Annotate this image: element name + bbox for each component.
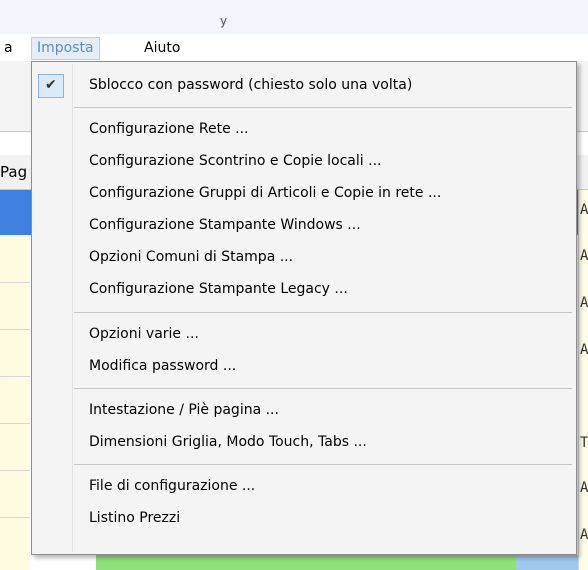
menu-separator bbox=[74, 107, 572, 108]
menu-item-configurazione-scontrino[interactable]: Configurazione Scontrino e Copie locali … bbox=[33, 148, 575, 176]
menu-item-stampante-legacy[interactable]: Configurazione Stampante Legacy ... bbox=[33, 276, 575, 304]
menu-separator bbox=[74, 388, 572, 389]
menu-item-sblocco-password[interactable]: ✔ Sblocco con password (chiesto solo una… bbox=[33, 72, 575, 100]
menu-imposta[interactable]: Imposta bbox=[31, 37, 100, 60]
menu-item-opzioni-varie[interactable]: Opzioni varie ... bbox=[33, 321, 575, 349]
menu-bar: a Imposta Aiuto bbox=[0, 34, 588, 62]
grid-cell: T bbox=[580, 435, 588, 451]
menu-separator bbox=[74, 312, 572, 313]
grid-cell: A bbox=[580, 480, 588, 496]
menu-item-label: Configurazione Scontrino e Copie locali … bbox=[89, 153, 382, 169]
grid-cell: A bbox=[580, 202, 588, 218]
menu-item-intestazione[interactable]: Intestazione / Piè pagina ... bbox=[33, 397, 575, 425]
menu-item-label: Configurazione Stampante Legacy ... bbox=[89, 281, 348, 297]
menu-item-label: File di configurazione ... bbox=[89, 478, 256, 494]
menu-item-file-configurazione[interactable]: File di configurazione ... bbox=[33, 473, 575, 501]
menu-item-label: Configurazione Rete ... bbox=[89, 121, 249, 137]
menu-item-stampante-windows[interactable]: Configurazione Stampante Windows ... bbox=[33, 212, 575, 240]
grid-column-header[interactable]: Pag bbox=[0, 163, 27, 181]
menu-item-opzioni-stampa[interactable]: Opzioni Comuni di Stampa ... bbox=[33, 244, 575, 272]
menu-item-label: Configurazione Stampante Windows ... bbox=[89, 217, 361, 233]
menu-item-dimensioni-griglia[interactable]: Dimensioni Griglia, Modo Touch, Tabs ... bbox=[33, 429, 575, 457]
status-bar-blue bbox=[516, 555, 578, 570]
menu-item-modifica-password[interactable]: Modifica password ... bbox=[33, 353, 575, 381]
menu-separator bbox=[74, 464, 572, 465]
grid-rows bbox=[0, 235, 30, 570]
menu-item-label: Configurazione Gruppi di Articoli e Copi… bbox=[89, 185, 442, 201]
menu-aiuto[interactable]: Aiuto bbox=[144, 38, 180, 58]
menu-item-listino-prezzi[interactable]: Listino Prezzi bbox=[33, 505, 575, 533]
check-icon: ✔ bbox=[45, 77, 57, 93]
grid-cell: A bbox=[580, 248, 588, 264]
window-title-bar: y bbox=[0, 0, 588, 34]
menu-partial-item[interactable]: a bbox=[4, 38, 13, 58]
check-highlight: ✔ bbox=[38, 74, 64, 98]
title-fragment: y bbox=[220, 14, 228, 28]
menu-item-label: Opzioni Comuni di Stampa ... bbox=[89, 249, 294, 265]
menu-item-configurazione-gruppi[interactable]: Configurazione Gruppi di Articoli e Copi… bbox=[33, 180, 575, 208]
grid-cell: A bbox=[580, 342, 588, 358]
menu-item-label: Opzioni varie ... bbox=[89, 326, 199, 342]
grid-cell: A bbox=[580, 295, 588, 311]
grid-cell: A bbox=[580, 527, 588, 543]
status-bar-green bbox=[96, 555, 516, 570]
imposta-dropdown-menu: ✔ Sblocco con password (chiesto solo una… bbox=[31, 61, 577, 555]
menu-item-label: Modifica password ... bbox=[89, 358, 237, 374]
menu-item-label: Sblocco con password (chiesto solo una v… bbox=[89, 77, 413, 93]
menu-item-label: Intestazione / Piè pagina ... bbox=[89, 402, 279, 418]
menu-item-configurazione-rete[interactable]: Configurazione Rete ... bbox=[33, 116, 575, 144]
menu-item-label: Listino Prezzi bbox=[89, 510, 181, 526]
menu-item-label: Dimensioni Griglia, Modo Touch, Tabs ... bbox=[89, 434, 367, 450]
grid-right-column: A A A A T A A bbox=[578, 190, 588, 570]
